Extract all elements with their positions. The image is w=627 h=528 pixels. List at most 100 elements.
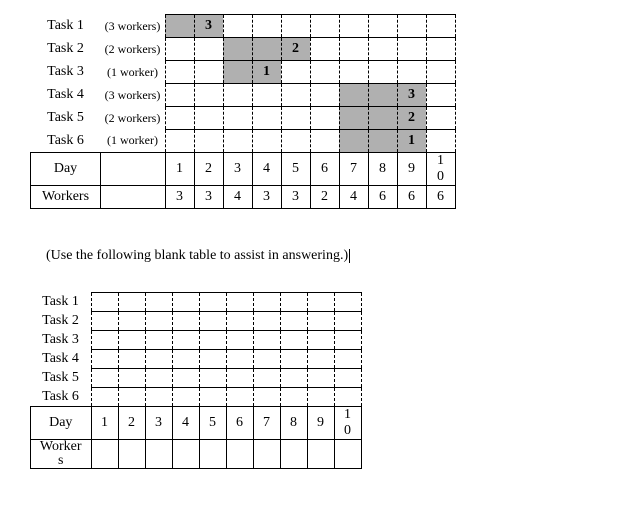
gantt-cell [426,61,455,84]
blank-gantt-cell [334,388,361,407]
blank-day-number: 6 [226,407,253,440]
blank-gantt-cell [91,350,118,369]
task-label: Task 6 [31,130,101,153]
blank-gantt-cell [145,388,172,407]
blank-gantt-cell [145,331,172,350]
gantt-cell [397,15,426,38]
gantt-cell [252,15,281,38]
workers-count: 6 [426,186,455,209]
task-label: Task 3 [31,61,101,84]
gantt-cell [281,84,310,107]
gantt-cell: 1 [397,130,426,153]
gantt-cell [368,15,397,38]
gantt-cell: 3 [194,15,223,38]
blank-workers-row-header: Workers [31,440,92,469]
gantt-cell [426,107,455,130]
spacer-cell [101,153,166,186]
blank-task-label: Task 6 [31,388,92,407]
workers-count: 3 [194,186,223,209]
blank-gantt-cell [172,350,199,369]
gantt-cell [368,38,397,61]
blank-gantt-cell [334,331,361,350]
blank-gantt-cell [280,293,307,312]
day-number: 8 [368,153,397,186]
blank-gantt-cell [199,350,226,369]
blank-day-number: 9 [307,407,334,440]
blank-workers-cell [172,440,199,469]
workers-count: 3 [281,186,310,209]
gantt-cell [165,130,194,153]
workers-count: 6 [397,186,426,209]
blank-task-label: Task 4 [31,350,92,369]
gantt-cell [310,84,339,107]
task-capacity: (3 workers) [101,15,166,38]
gantt-cell [194,130,223,153]
blank-gantt-cell [307,369,334,388]
blank-gantt-cell [253,369,280,388]
blank-gantt-cell [280,369,307,388]
task-label: Task 2 [31,38,101,61]
blank-workers-cell [118,440,145,469]
task-label: Task 5 [31,107,101,130]
blank-gantt-cell [307,388,334,407]
blank-gantt-cell [226,369,253,388]
blank-gantt-cell [172,388,199,407]
gantt-cell [281,15,310,38]
blank-task-label: Task 2 [31,312,92,331]
blank-gantt-cell [226,293,253,312]
blank-day-number: 4 [172,407,199,440]
gantt-cell [281,61,310,84]
spacer-cell [101,186,166,209]
gantt-cell [165,107,194,130]
blank-task-label: Task 3 [31,331,92,350]
day-number: 4 [252,153,281,186]
blank-workers-cell [253,440,280,469]
blank-gantt-cell [118,369,145,388]
gantt-cell [339,107,368,130]
workers-count: 2 [310,186,339,209]
gantt-cell [426,84,455,107]
blank-workers-cell [199,440,226,469]
gantt-cell [310,107,339,130]
gantt-cell [223,107,252,130]
blank-gantt-cell [253,350,280,369]
blank-gantt-cell [199,312,226,331]
gantt-cell [397,61,426,84]
blank-gantt-cell [118,388,145,407]
gantt-cell [223,130,252,153]
blank-day-number: 2 [118,407,145,440]
task-capacity: (2 workers) [101,38,166,61]
gantt-cell [165,38,194,61]
text-cursor [349,249,350,263]
gantt-cell [310,15,339,38]
blank-day-number: 10 [334,407,361,440]
gantt-cell [339,61,368,84]
workers-count: 6 [368,186,397,209]
blank-gantt-cell [172,312,199,331]
blank-gantt-cell [118,293,145,312]
gantt-cell: 2 [281,38,310,61]
gantt-cell [339,38,368,61]
blank-gantt-cell [280,331,307,350]
blank-day-number: 7 [253,407,280,440]
workers-count: 3 [252,186,281,209]
gantt-cell [426,15,455,38]
day-number: 9 [397,153,426,186]
workers-row-header: Workers [31,186,101,209]
workers-count: 4 [223,186,252,209]
hint-text-content: (Use the following blank table to assist… [46,248,348,263]
blank-gantt-cell [199,331,226,350]
blank-gantt-cell [226,388,253,407]
blank-gantt-cell [91,293,118,312]
blank-gantt-cell [145,312,172,331]
gantt-cell [165,15,194,38]
blank-gantt-cell [145,350,172,369]
blank-gantt-cell [199,369,226,388]
blank-workers-cell [307,440,334,469]
blank-gantt-cell [226,331,253,350]
blank-gantt-cell [280,388,307,407]
gantt-cell [368,61,397,84]
day-number: 5 [281,153,310,186]
gantt-cell [194,107,223,130]
day-number: 1 [165,153,194,186]
